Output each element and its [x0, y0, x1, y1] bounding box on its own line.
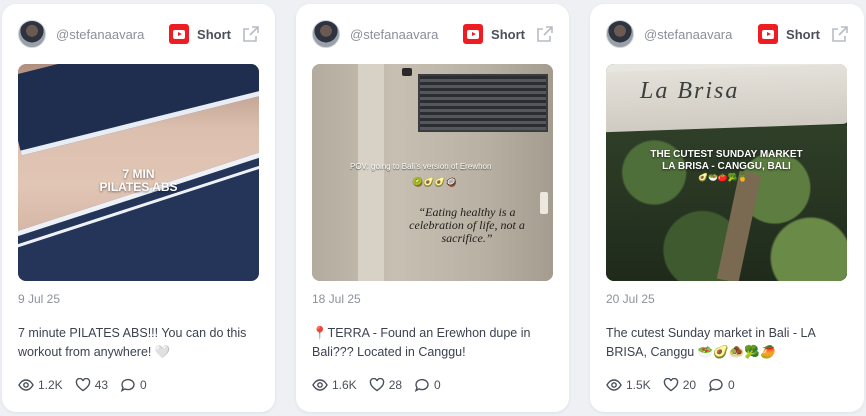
platform-label: Short	[786, 26, 820, 42]
likes-count: 43	[94, 378, 109, 392]
thumbnail-quote: “Eating healthy is a celebration of life…	[409, 205, 525, 245]
post-header: @stefanaavara Short	[606, 20, 850, 48]
comments-stat: 0	[414, 378, 441, 392]
author-handle[interactable]: @stefanaavara	[56, 27, 144, 42]
views-stat: 1.6K	[312, 378, 357, 392]
comments-count: 0	[728, 378, 735, 392]
thumbnail-overlay-text: 7 MIN PILATES ABS	[99, 167, 178, 194]
heart-icon	[369, 378, 384, 392]
comments-stat: 0	[708, 378, 735, 392]
external-link-icon[interactable]	[830, 24, 850, 44]
likes-count: 28	[388, 378, 403, 392]
thumbnail-overlay-text: THE CUTEST SUNDAY MARKET LA BRISA - CANG…	[650, 149, 803, 172]
external-link-icon[interactable]	[535, 24, 555, 44]
post-thumbnail[interactable]: POV: going to Bali’s version of Erewhon …	[312, 64, 553, 281]
platform-label: Short	[491, 26, 525, 42]
heart-icon	[663, 378, 678, 392]
thumbnail-emojis: 🥝🥑🥑🥥	[412, 177, 457, 187]
likes-stat: 28	[369, 378, 402, 392]
post-thumbnail[interactable]: 7 MIN PILATES ABS	[18, 64, 259, 281]
external-link-icon[interactable]	[241, 24, 261, 44]
youtube-icon	[169, 24, 190, 44]
comments-count: 0	[140, 378, 147, 392]
likes-count: 20	[682, 378, 697, 392]
post-date: 18 Jul 25	[312, 292, 361, 306]
post-date: 9 Jul 25	[18, 292, 61, 306]
views-count: 1.6K	[332, 378, 357, 392]
post-caption: 7 minute PILATES ABS!!! You can do this …	[18, 326, 247, 359]
eye-icon	[606, 379, 622, 391]
post-stats: 1.2K 43 0	[18, 378, 159, 392]
author-handle[interactable]: @stefanaavara	[644, 27, 732, 42]
thumbnail-emojis: 🥑🥗🍅🥦🍍	[698, 173, 748, 182]
comment-icon	[708, 378, 723, 392]
thumbnail-overlay-text: POV: going to Bali’s version of Erewhon	[350, 162, 492, 171]
avatar[interactable]	[18, 20, 46, 48]
post-header: @stefanaavara Short	[312, 20, 555, 48]
likes-stat: 20	[663, 378, 696, 392]
comments-count: 0	[434, 378, 441, 392]
youtube-icon	[758, 24, 779, 44]
views-stat: 1.5K	[606, 378, 651, 392]
post-date: 20 Jul 25	[606, 292, 655, 306]
eye-icon	[18, 379, 34, 391]
post-thumbnail[interactable]: La Brisa THE CUTEST SUNDAY MARKET LA BRI…	[606, 64, 847, 281]
thumbnail-sign-text: La Brisa	[640, 78, 740, 104]
views-count: 1.2K	[38, 378, 63, 392]
avatar[interactable]	[606, 20, 634, 48]
views-count: 1.5K	[626, 378, 651, 392]
platform-badge: Short	[169, 24, 231, 44]
views-stat: 1.2K	[18, 378, 63, 392]
post-header: @stefanaavara Short	[18, 20, 261, 48]
heart-icon	[75, 378, 90, 392]
comments-stat: 0	[120, 378, 147, 392]
post-card[interactable]: @stefanaavara Short La Brisa THE CUTEST …	[590, 4, 864, 412]
author-handle[interactable]: @stefanaavara	[350, 27, 438, 42]
post-caption: 📍TERRA - Found an Erewhon dupe in Bali??…	[312, 326, 531, 359]
post-stats: 1.5K 20 0	[606, 378, 747, 392]
post-card[interactable]: @stefanaavara Short 7 MIN PILATES ABS 9 …	[2, 4, 275, 412]
comment-icon	[120, 378, 135, 392]
youtube-icon	[463, 24, 484, 44]
post-card[interactable]: @stefanaavara Short POV: going to Bali’s…	[296, 4, 569, 412]
eye-icon	[312, 379, 328, 391]
comment-icon	[414, 378, 429, 392]
avatar[interactable]	[312, 20, 340, 48]
post-caption: The cutest Sunday market in Bali - LA BR…	[606, 326, 816, 359]
platform-badge: Short	[463, 24, 525, 44]
platform-badge: Short	[758, 24, 820, 44]
posts-grid: @stefanaavara Short 7 MIN PILATES ABS 9 …	[0, 0, 866, 416]
likes-stat: 43	[75, 378, 108, 392]
post-stats: 1.6K 28 0	[312, 378, 453, 392]
platform-label: Short	[197, 26, 231, 42]
